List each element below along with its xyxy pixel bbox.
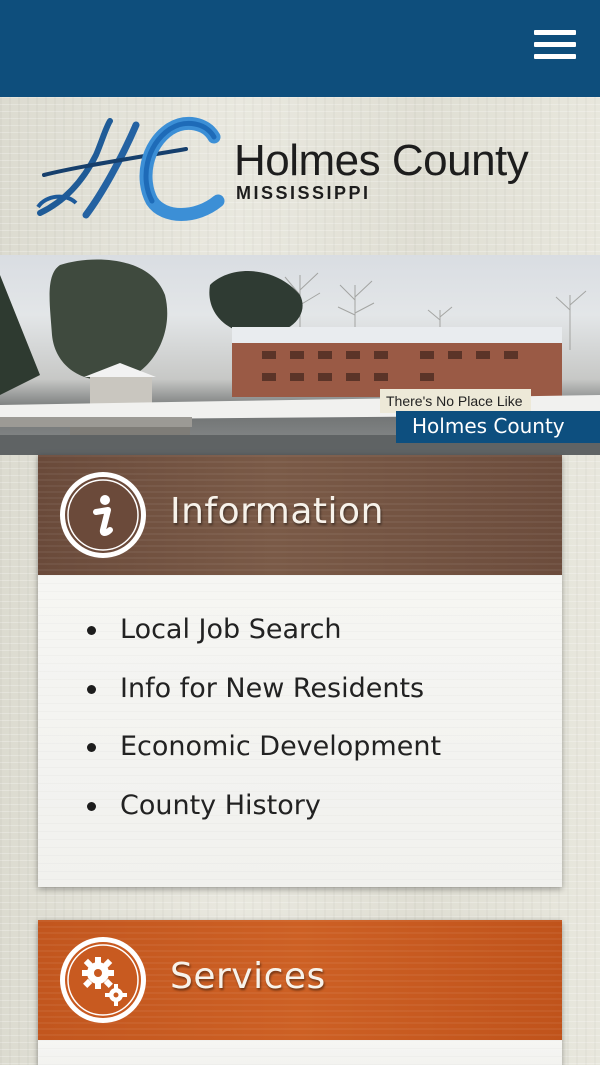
hero-caption-big: Holmes County xyxy=(396,411,600,443)
link-economic-development[interactable]: Economic Development xyxy=(87,728,562,787)
hc-logo-icon[interactable] xyxy=(36,115,226,225)
information-card-body: Local Job Search Info for New Residents … xyxy=(38,575,562,887)
services-card: Services xyxy=(38,920,562,1065)
link-county-history[interactable]: County History xyxy=(87,787,562,846)
top-bar xyxy=(0,0,600,97)
information-title: Information xyxy=(170,491,384,532)
information-links: Local Job Search Info for New Residents … xyxy=(87,611,562,846)
services-card-body xyxy=(38,1040,562,1065)
gears-icon xyxy=(60,937,146,1023)
information-card: Information Local Job Search Info for Ne… xyxy=(38,455,562,887)
hamburger-menu-icon[interactable] xyxy=(534,30,576,60)
link-info-new-residents[interactable]: Info for New Residents xyxy=(87,670,562,729)
logo-subtitle: MISSISSIPPI xyxy=(236,183,371,203)
services-card-header[interactable]: Services xyxy=(38,920,562,1040)
info-icon xyxy=(60,472,146,558)
logo-title[interactable]: Holmes County xyxy=(234,136,529,186)
hero-caption-small: There's No Place Like xyxy=(380,389,531,413)
link-local-job-search[interactable]: Local Job Search xyxy=(87,611,562,670)
information-card-header[interactable]: Information xyxy=(38,455,562,575)
services-title: Services xyxy=(170,956,326,997)
